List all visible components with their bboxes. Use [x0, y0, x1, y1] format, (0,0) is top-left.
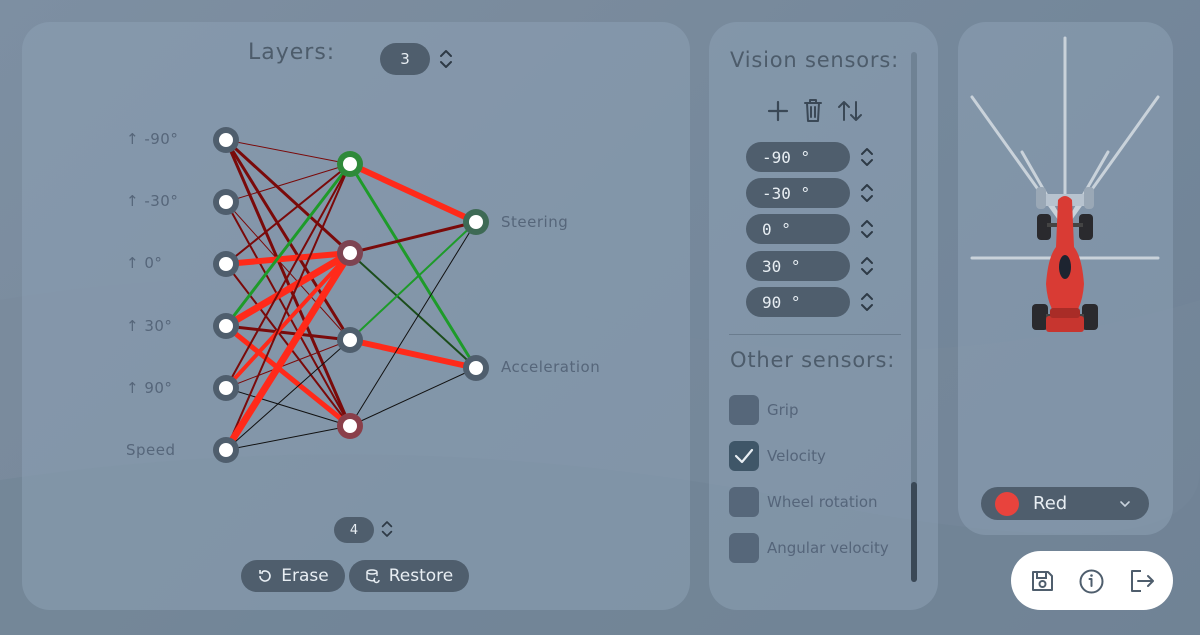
wheel-rotation-label: Wheel rotation [767, 493, 878, 511]
restore-button[interactable]: Restore [349, 560, 469, 592]
add-icon[interactable] [766, 99, 790, 123]
divider [729, 334, 901, 335]
vision-sensors-title: Vision sensors: [730, 48, 899, 72]
network-panel: Layers: 3 ↑ -90° ↑ -30° ↑ 0° ↑ 30° ↑ 90°… [22, 22, 690, 610]
sensor-angle-input[interactable]: -90 ° [746, 142, 850, 172]
sensor-angle-input[interactable]: 90 ° [746, 287, 850, 317]
info-icon[interactable] [1078, 568, 1105, 595]
angle-stepper-icon[interactable] [859, 181, 875, 205]
hidden-count-stepper-icon[interactable] [380, 518, 394, 540]
sensor-angle-input[interactable]: -30 ° [746, 178, 850, 208]
grip-checkbox[interactable] [729, 395, 759, 425]
angle-stepper-icon[interactable] [859, 254, 875, 278]
chevron-down-icon [1120, 500, 1130, 507]
erase-label: Erase [281, 566, 329, 586]
sensor-panel: Vision sensors: -90 ° -30 ° 0 ° 30 ° 90 … [709, 22, 938, 610]
undo-icon [259, 570, 272, 582]
angle-stepper-icon[interactable] [859, 217, 875, 241]
velocity-label: Velocity [767, 447, 826, 465]
grip-label: Grip [767, 401, 799, 419]
scrollbar-thumb[interactable] [911, 482, 917, 582]
angle-stepper-icon[interactable] [859, 290, 875, 314]
angular-velocity-checkbox[interactable] [729, 533, 759, 563]
angle-stepper-icon[interactable] [859, 145, 875, 169]
exit-icon[interactable] [1128, 568, 1156, 594]
erase-button[interactable]: Erase [241, 560, 345, 592]
save-icon[interactable] [1029, 568, 1055, 594]
action-bar [1011, 551, 1173, 610]
car-preview [970, 36, 1160, 332]
sensor-angle-input[interactable]: 30 ° [746, 251, 850, 281]
car-color-label: Red [1033, 493, 1068, 514]
velocity-checkbox[interactable] [729, 441, 759, 471]
sensor-angle-input[interactable]: 0 ° [746, 214, 850, 244]
car-color-select[interactable]: Red [981, 487, 1149, 520]
trash-icon[interactable] [801, 97, 825, 123]
color-swatch [995, 491, 1019, 516]
check-icon [734, 448, 754, 464]
other-sensors-title: Other sensors: [730, 348, 896, 372]
sort-icon[interactable] [836, 98, 864, 124]
angular-velocity-label: Angular velocity [767, 539, 889, 557]
car-preview-panel: Red [958, 22, 1173, 535]
restore-label: Restore [388, 566, 454, 586]
wheel-rotation-checkbox[interactable] [729, 487, 759, 517]
hidden-count-value[interactable]: 4 [334, 517, 374, 543]
database-restore-icon [366, 569, 380, 584]
